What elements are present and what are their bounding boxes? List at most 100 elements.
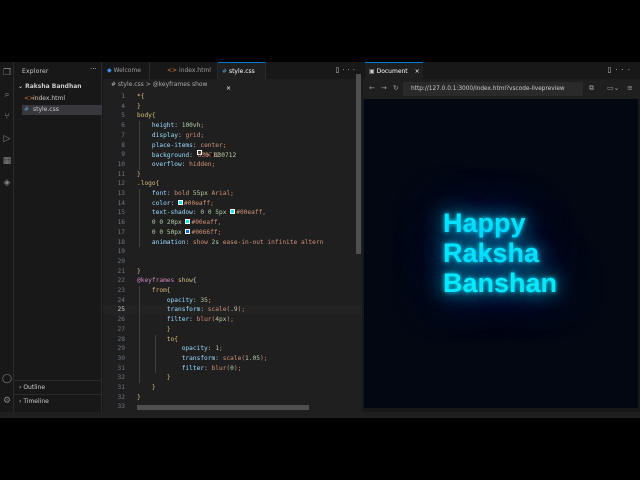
open-in-browser-icon[interactable]: ⧉	[589, 84, 594, 93]
code-line[interactable]: 9 background: 030712">#030712;	[103, 150, 362, 160]
code-line[interactable]: 11}	[103, 170, 362, 180]
explorer-title: Explorer	[22, 68, 49, 75]
preview-actions: ▯···	[607, 66, 634, 74]
code-line[interactable]: 22 @keyframes show{	[103, 276, 362, 286]
line-number: 7	[121, 131, 125, 139]
code-line[interactable]: 19	[103, 247, 362, 257]
code-line[interactable]: 10 overflow: hidden;	[103, 160, 362, 170]
code-line[interactable]: 6 height: 100vh;	[103, 121, 362, 131]
line-number: 10	[117, 160, 125, 168]
source-control-icon[interactable]: ⑂	[2, 112, 12, 122]
code-line[interactable]: 15 text-shadow: 0 0 5px #00eaff,	[103, 208, 362, 218]
search-icon[interactable]: ⌕	[2, 90, 12, 100]
close-icon[interactable]: ×	[226, 85, 231, 92]
code-line[interactable]: 24 opacity: 35;	[103, 296, 362, 306]
code-line[interactable]: 7 display: grid;	[103, 131, 362, 141]
code-text: to{	[137, 335, 178, 343]
css-file-icon: #	[222, 68, 229, 75]
reload-icon[interactable]: ↻	[393, 84, 399, 92]
code-line[interactable]: 25 transform: scale(.9);	[103, 305, 362, 316]
preview-navbar: ← → ↻ http://127.0.0.1:3000/index.html?v…	[363, 79, 640, 99]
file-name: style.css	[33, 106, 59, 113]
line-number: 33	[117, 403, 125, 411]
code-line[interactable]: 32 }	[103, 373, 362, 383]
back-arrow-icon[interactable]: ←	[369, 84, 375, 92]
line-number: 27	[117, 325, 125, 333]
code-text: }	[137, 325, 171, 333]
code-line[interactable]: 16 0 0 20px #00eaff,	[103, 218, 362, 228]
code-line[interactable]: 28 to{	[103, 335, 362, 345]
indent-guide	[139, 286, 140, 383]
code-line[interactable]: 23 from{	[103, 286, 362, 296]
css-file-icon: #	[24, 106, 30, 113]
code-line[interactable]: 32}	[103, 393, 362, 403]
code-text: text-shadow: 0 0 5px #00eaff,	[151, 209, 267, 217]
code-line[interactable]: 26 filter: blur(4px);	[103, 315, 362, 325]
url-bar[interactable]: http://127.0.0.1:3000/index.html?vscode-…	[403, 82, 583, 96]
code-line[interactable]: 5 body{	[103, 111, 362, 121]
account-icon[interactable]: ◯	[2, 374, 12, 384]
indent-guide	[155, 334, 156, 374]
outline-section[interactable]: › Outline	[14, 380, 102, 394]
editor-tabs: ◆ Welcome <> index.html # style.css × ▯·…	[103, 62, 362, 92]
gear-icon[interactable]: ⚙	[2, 396, 12, 406]
tab-index-html[interactable]: <> index.html	[163, 62, 218, 79]
code-line[interactable]: 31 filter: blur(0);	[103, 364, 362, 374]
horizontal-scrollbar[interactable]	[137, 405, 309, 410]
tab-label: index.html	[178, 67, 211, 74]
close-icon[interactable]: ×	[415, 68, 420, 75]
code-text: }	[137, 267, 141, 275]
file-item-style-css[interactable]: # style.css	[22, 105, 102, 115]
file-item-index-html[interactable]: <>index.html	[22, 94, 102, 104]
html-file-icon: <>	[167, 67, 179, 74]
more-actions-icon[interactable]: ···	[615, 66, 634, 74]
code-line[interactable]: 31 }	[103, 383, 362, 393]
top-letterbox	[0, 0, 640, 62]
code-line[interactable]: 14 color: #00eaff;	[103, 199, 362, 209]
browser-icon: ▣	[369, 68, 377, 75]
code-line[interactable]: 18 animation: show 2s ease-in-out infini…	[103, 238, 362, 248]
code-text: place-items: center;	[151, 141, 227, 149]
forward-arrow-icon[interactable]: →	[381, 84, 387, 92]
folder-name: Raksha Bandhan	[25, 83, 82, 90]
file-name: index.html	[33, 95, 65, 102]
code-line[interactable]: 4}	[103, 102, 362, 112]
code-text: body{	[137, 112, 156, 120]
python-icon[interactable]: ◈	[2, 178, 12, 188]
code-line[interactable]: 20	[103, 257, 362, 267]
folder-header[interactable]: ⌄ Raksha Bandhan	[18, 83, 82, 90]
vertical-scrollbar[interactable]	[356, 74, 361, 254]
line-number: 16	[117, 219, 125, 227]
tab-style-css[interactable]: # style.css ×	[218, 62, 266, 92]
extensions-icon[interactable]: ▦	[2, 156, 12, 166]
line-number: 31	[117, 364, 125, 372]
files-icon[interactable]: ❐	[2, 68, 12, 78]
code-line[interactable]: 21}	[103, 267, 362, 277]
code-line[interactable]: 12 .logo{	[103, 179, 362, 189]
code-line[interactable]: 13 font: bold 55px Arial;	[103, 189, 362, 199]
devtools-icon[interactable]: ▭⌄	[607, 84, 619, 92]
code-line[interactable]: 8 place-items: center;	[103, 141, 362, 151]
code-text: from{	[137, 287, 171, 294]
tab-welcome[interactable]: ◆ Welcome	[103, 62, 150, 79]
run-debug-icon[interactable]: ▷	[2, 134, 12, 144]
code-text: .logo{	[137, 180, 160, 188]
code-line[interactable]: 30 transform: scale(1.05);	[103, 354, 362, 364]
line-number: 26	[117, 316, 125, 324]
code-line[interactable]: 1 *{	[103, 92, 362, 102]
code-text: opacity: 1;	[181, 345, 223, 353]
code-text: color: #00eaff;	[151, 199, 214, 207]
timeline-section[interactable]: › Timeline	[14, 394, 102, 408]
line-number: 19	[117, 248, 125, 256]
code-line[interactable]: 29 opacity: 1;	[103, 344, 362, 354]
more-actions-icon[interactable]: ···	[90, 65, 97, 73]
more-icon[interactable]: ≡	[627, 84, 633, 92]
tab-document[interactable]: ▣ Document ×	[365, 62, 423, 79]
line-number: 18	[117, 238, 125, 246]
more-actions-icon[interactable]: ···	[342, 66, 358, 74]
breadcrumb[interactable]: # style.css > @keyframes show	[111, 81, 207, 88]
code-line[interactable]: 27 }	[103, 325, 362, 335]
code-line[interactable]: 17 0 0 50px #0066ff;	[103, 228, 362, 238]
tab-label: style.css	[228, 68, 255, 75]
line-number: 31	[117, 384, 125, 391]
